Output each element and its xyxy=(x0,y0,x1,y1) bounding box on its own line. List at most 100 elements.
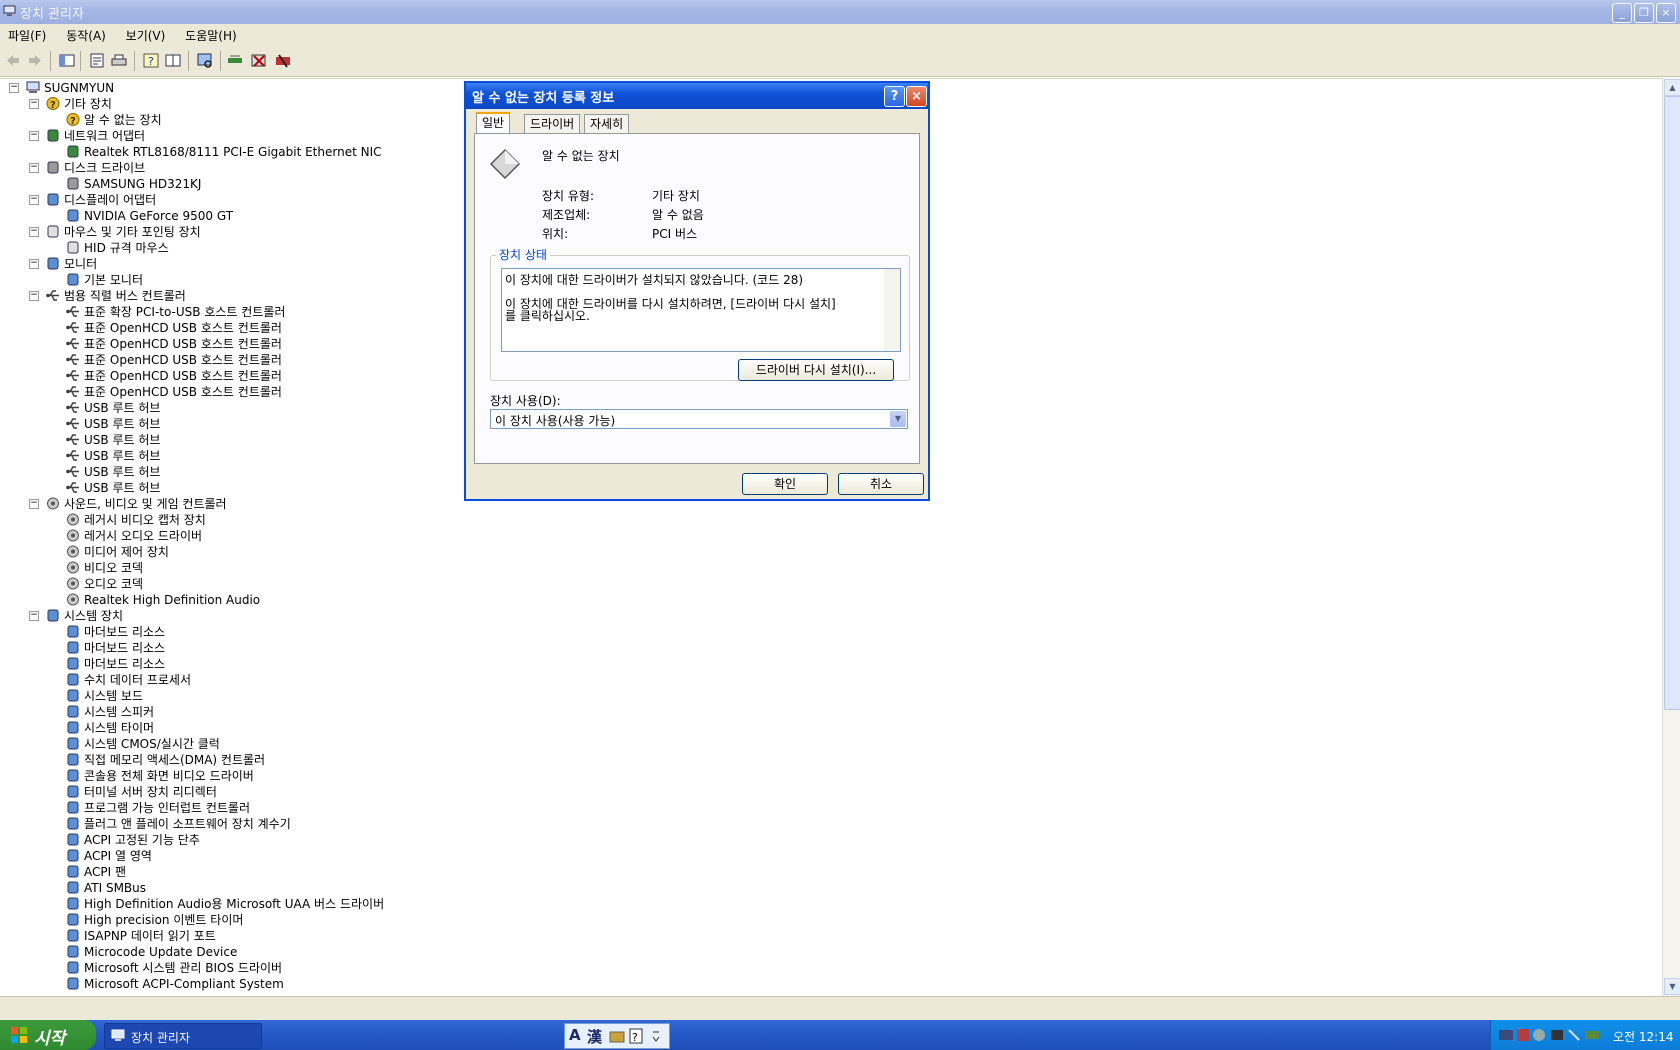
scan-hardware-icon[interactable] xyxy=(196,52,214,69)
window-title-bar[interactable]: 장치 관리자 _ ❐ × xyxy=(0,0,1680,24)
device-usage-select[interactable]: 이 장치 사용(사용 가능) ▼ xyxy=(490,409,908,429)
description-bar-icon[interactable] xyxy=(164,52,182,69)
tree-item[interactable]: High precision 이벤트 타이머 xyxy=(66,912,243,928)
close-button[interactable]: × xyxy=(1656,3,1676,23)
tree-item[interactable]: High Definition Audio용 Microsoft UAA 버스 … xyxy=(66,896,384,912)
dialog-title-bar[interactable]: 알 수 없는 장치 등록 정보 ? × xyxy=(466,83,928,109)
forward-icon[interactable] xyxy=(26,52,44,69)
tree-item[interactable]: USB 루트 허브 xyxy=(66,480,160,496)
scroll-up-icon[interactable]: ▲ xyxy=(1664,79,1680,96)
tree-item[interactable]: Microsoft ACPI-Compliant System xyxy=(66,976,284,992)
ime-pad-icon[interactable] xyxy=(609,1028,625,1044)
tree-item[interactable]: 직접 메모리 액세스(DMA) 컨트롤러 xyxy=(66,752,265,768)
chevron-down-icon[interactable]: ▼ xyxy=(890,411,906,427)
tree-expander[interactable]: − xyxy=(29,291,39,301)
tree-item[interactable]: 표준 OpenHCD USB 호스트 컨트롤러 xyxy=(66,368,282,384)
tree-item[interactable]: 표준 확장 PCI-to-USB 호스트 컨트롤러 xyxy=(66,304,285,320)
tree-item[interactable]: ISAPNP 데이터 읽기 포트 xyxy=(66,928,216,944)
tree-expander[interactable]: − xyxy=(29,163,39,173)
menu-help[interactable]: 도움말(H) xyxy=(177,24,245,44)
tree-item[interactable]: ACPI 고정된 기능 단추 xyxy=(66,832,200,848)
tree-item[interactable]: 미디어 제어 장치 xyxy=(66,544,169,560)
tree-item[interactable]: 콘솔용 전체 화면 비디오 드라이버 xyxy=(66,768,254,784)
device-status-textbox[interactable]: 이 장치에 대한 드라이버가 설치되지 않았습니다. (코드 28) 이 장치에… xyxy=(501,268,901,352)
tree-expander[interactable]: − xyxy=(29,195,39,205)
tree-item[interactable]: 마더보드 리소스 xyxy=(66,624,165,640)
show-hide-console-tree-icon[interactable] xyxy=(58,52,76,69)
scrollbar-thumb[interactable] xyxy=(1664,96,1680,710)
tree-item[interactable]: 플러그 앤 플레이 소프트웨어 장치 계수기 xyxy=(66,816,291,832)
tree-item[interactable]: 마더보드 리소스 xyxy=(66,640,165,656)
tree-item[interactable]: USB 루트 허브 xyxy=(66,448,160,464)
tree-item[interactable]: 비디오 코덱 xyxy=(66,560,143,576)
tree-item[interactable]: 시스템 장치 xyxy=(46,608,123,624)
help-icon[interactable]: ? xyxy=(629,1028,643,1044)
dialog-help-button[interactable]: ? xyxy=(884,86,905,107)
tree-vertical-scrollbar[interactable]: ▲ ▼ xyxy=(1662,78,1680,996)
reinstall-driver-button[interactable]: 드라이버 다시 설치(I)... xyxy=(738,359,894,381)
disable-device-icon[interactable] xyxy=(250,52,268,69)
dialog-close-button[interactable]: × xyxy=(906,86,927,107)
tree-item[interactable]: Realtek High Definition Audio xyxy=(66,592,260,608)
tree-item[interactable]: ? 알 수 없는 장치 xyxy=(66,112,162,128)
tree-item[interactable]: ACPI 열 영역 xyxy=(66,848,152,864)
tree-item[interactable]: USB 루트 허브 xyxy=(66,416,160,432)
input-mode-english[interactable]: A xyxy=(569,1026,581,1044)
status-textbox-scrollbar[interactable] xyxy=(884,269,900,351)
start-button[interactable]: 시작 xyxy=(0,1020,96,1050)
tree-item[interactable]: 범용 직렬 버스 컨트롤러 xyxy=(46,288,186,304)
restore-button[interactable]: ❐ xyxy=(1634,3,1654,23)
menu-file[interactable]: 파일(F) xyxy=(0,24,54,44)
tree-expander[interactable]: − xyxy=(29,99,39,109)
tree-item[interactable]: 표준 OpenHCD USB 호스트 컨트롤러 xyxy=(66,336,282,352)
tree-item[interactable]: 표준 OpenHCD USB 호스트 컨트롤러 xyxy=(66,320,282,336)
tree-item[interactable]: USB 루트 허브 xyxy=(66,400,160,416)
tree-item[interactable]: SUGNMYUN xyxy=(26,80,114,96)
tree-item[interactable]: 모니터 xyxy=(46,256,97,272)
tree-item[interactable]: 오디오 코덱 xyxy=(66,576,143,592)
tree-item[interactable]: 네트워크 어댑터 xyxy=(46,128,145,144)
tree-item[interactable]: 프로그램 가능 인터럽트 컨트롤러 xyxy=(66,800,250,816)
tree-item[interactable]: 시스템 타이머 xyxy=(66,720,154,736)
tree-item[interactable]: Microcode Update Device xyxy=(66,944,237,960)
minimize-button[interactable]: _ xyxy=(1612,3,1632,23)
menu-view[interactable]: 보기(V) xyxy=(118,24,174,44)
tree-item[interactable]: Microsoft 시스템 관리 BIOS 드라이버 xyxy=(66,960,282,976)
tree-item[interactable]: NVIDIA GeForce 9500 GT xyxy=(66,208,233,224)
properties-icon[interactable] xyxy=(88,52,106,69)
language-bar-options-icon[interactable] xyxy=(651,1029,661,1043)
tree-expander[interactable]: − xyxy=(29,227,39,237)
tree-expander[interactable]: − xyxy=(29,131,39,141)
tree-item[interactable]: USB 루트 허브 xyxy=(66,464,160,480)
tree-item[interactable]: 마우스 및 기타 포인팅 장치 xyxy=(46,224,201,240)
scroll-down-icon[interactable]: ▼ xyxy=(1664,978,1680,995)
tree-item[interactable]: ACPI 팬 xyxy=(66,864,126,880)
tree-item[interactable]: 시스템 보드 xyxy=(66,688,143,704)
tree-item[interactable]: 디스크 드라이브 xyxy=(46,160,145,176)
tree-expander[interactable]: − xyxy=(29,499,39,509)
tree-item[interactable]: 표준 OpenHCD USB 호스트 컨트롤러 xyxy=(66,384,282,400)
help-icon[interactable]: ? xyxy=(142,52,160,69)
tree-expander[interactable]: − xyxy=(29,259,39,269)
print-icon[interactable] xyxy=(110,52,128,69)
tree-item[interactable]: 레거시 비디오 캡처 장치 xyxy=(66,512,206,528)
tree-item[interactable]: 레거시 오디오 드라이버 xyxy=(66,528,202,544)
tree-item[interactable]: 시스템 CMOS/실시간 클럭 xyxy=(66,736,220,752)
tab-driver[interactable]: 드라이버 xyxy=(524,114,581,133)
update-driver-icon[interactable] xyxy=(226,52,244,69)
tree-item[interactable]: ? 기타 장치 xyxy=(46,96,112,112)
tree-item[interactable]: 사운드, 비디오 및 게임 컨트롤러 xyxy=(46,496,227,512)
tree-item[interactable]: 디스플레이 어댑터 xyxy=(46,192,156,208)
tree-item[interactable]: SAMSUNG HD321KJ xyxy=(66,176,201,192)
clock[interactable]: 오전 12:14 xyxy=(1613,1028,1673,1045)
cancel-button[interactable]: 취소 xyxy=(838,473,924,495)
tree-item[interactable]: 시스템 스피커 xyxy=(66,704,154,720)
tab-details[interactable]: 자세히 xyxy=(584,114,630,133)
tree-item[interactable]: Realtek RTL8168/8111 PCI-E Gigabit Ether… xyxy=(66,144,382,160)
tree-item[interactable]: 기본 모니터 xyxy=(66,272,143,288)
uninstall-device-icon[interactable] xyxy=(274,52,292,69)
tree-expander[interactable]: − xyxy=(29,611,39,621)
tree-item[interactable]: 마더보드 리소스 xyxy=(66,656,165,672)
tree-item[interactable]: USB 루트 허브 xyxy=(66,432,160,448)
tree-item[interactable]: 수치 데이터 프로세서 xyxy=(66,672,191,688)
